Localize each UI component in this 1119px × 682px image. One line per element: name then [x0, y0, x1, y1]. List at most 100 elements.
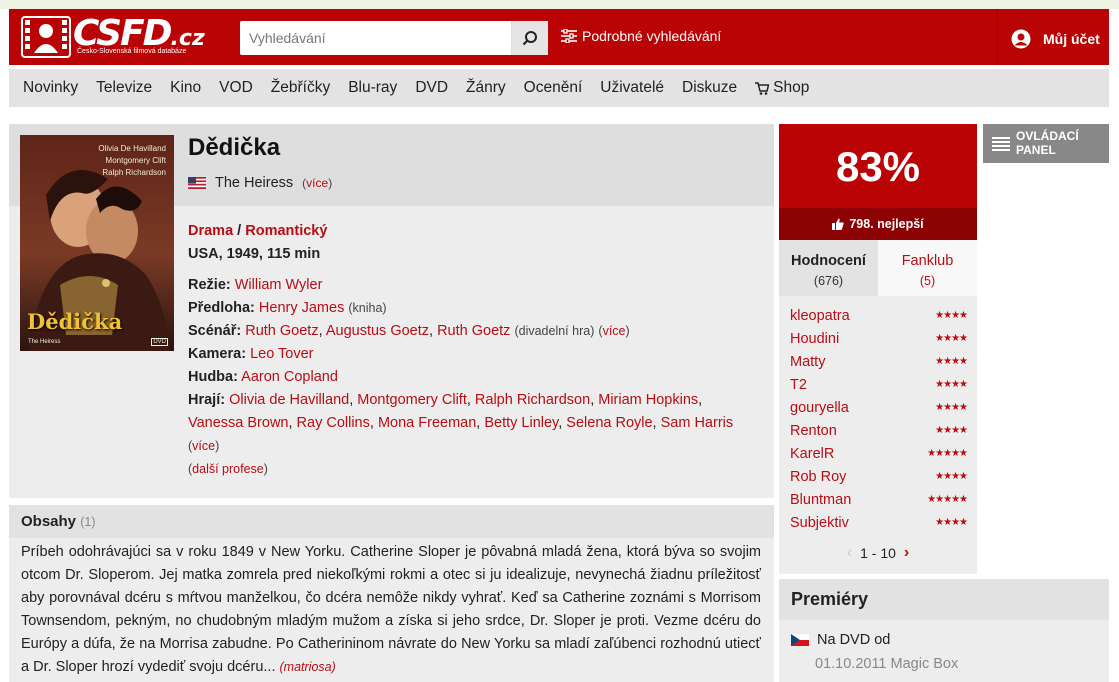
- search-input[interactable]: [240, 21, 511, 55]
- other-professions-link[interactable]: další profese: [192, 462, 264, 476]
- cast-link[interactable]: Betty Linley: [484, 415, 558, 431]
- cast-link[interactable]: Vanessa Brown: [188, 415, 288, 431]
- nav-item-bluray[interactable]: Blu-ray: [348, 79, 397, 97]
- film-poster[interactable]: Olivia De Havilland Montgomery Clift Ral…: [20, 135, 174, 351]
- chevron-right-icon[interactable]: ›: [904, 544, 909, 562]
- ratings-pager: ‹ 1 - 10 ›: [779, 544, 977, 562]
- cast-link[interactable]: Mona Freeman: [378, 415, 476, 431]
- rank-badge[interactable]: 798. nejlepší: [779, 208, 977, 240]
- more-writers-link[interactable]: více: [603, 324, 626, 338]
- user-link[interactable]: Subjektiv: [790, 515, 849, 531]
- nav-item-zanry[interactable]: Žánry: [466, 79, 506, 97]
- premiere-item: Na DVD od: [791, 632, 890, 648]
- rating-row: T2 ★★★★: [790, 373, 968, 396]
- cast-link[interactable]: Selena Royle: [566, 415, 652, 431]
- us-flag-icon: [188, 177, 206, 189]
- cast-link[interactable]: Miriam Hopkins: [598, 392, 698, 408]
- nav-item-novinky[interactable]: Novinky: [23, 79, 78, 97]
- nav-item-vod[interactable]: VOD: [219, 79, 253, 97]
- control-panel-button[interactable]: OVLÁDACÍ PANEL: [983, 124, 1109, 163]
- nav-item-diskuze[interactable]: Diskuze: [682, 79, 737, 97]
- poster-subtitle: The Heiress: [28, 339, 61, 345]
- poster-title: Dědička: [27, 309, 123, 334]
- thumbs-up-icon: [832, 218, 844, 230]
- nav-item-uzivatele[interactable]: Uživatelé: [600, 79, 664, 97]
- camera-link[interactable]: Leo Tover: [250, 346, 313, 362]
- music-link[interactable]: Aaron Copland: [241, 369, 338, 385]
- genre-link-drama[interactable]: Drama: [188, 223, 233, 239]
- user-link[interactable]: Renton: [790, 423, 837, 439]
- screenplay-row: Scénář: Ruth Goetz, Augustus Goetz, Ruth…: [188, 323, 630, 339]
- cast-link[interactable]: Ray Collins: [297, 415, 370, 431]
- user-link[interactable]: KarelR: [790, 446, 834, 462]
- more-titles: (více): [302, 176, 333, 190]
- camera-row: Kamera: Leo Tover: [188, 346, 314, 362]
- search-button[interactable]: [511, 21, 548, 55]
- cast-link[interactable]: Montgomery Clift: [357, 392, 467, 408]
- nav-item-kino[interactable]: Kino: [170, 79, 201, 97]
- user-link[interactable]: T2: [790, 377, 807, 393]
- rating-row: KarelR ★★★★★: [790, 442, 968, 465]
- search-box: [240, 21, 548, 55]
- stars-rating: ★★★★★: [927, 494, 968, 505]
- cast-link[interactable]: Ralph Richardson: [475, 392, 590, 408]
- music-row: Hudba: Aaron Copland: [188, 369, 338, 385]
- user-ratings-list: kleopatra ★★★★ Houdini ★★★★ Matty ★★★★ T2 ★★…: [779, 296, 977, 574]
- account-label: Můj účet: [1043, 31, 1100, 47]
- advanced-search-link[interactable]: Podrobné vyhledávání: [561, 28, 721, 44]
- pager-range: 1 - 10: [860, 545, 896, 561]
- nav-item-dvd[interactable]: DVD: [415, 79, 448, 97]
- plot-author-link[interactable]: (matriosa): [280, 660, 336, 674]
- writer-link[interactable]: Augustus Goetz: [326, 323, 429, 339]
- stars-rating: ★★★★: [935, 379, 968, 390]
- more-titles-link[interactable]: více: [306, 176, 328, 190]
- account-divider: [997, 9, 998, 65]
- rating-row: Bluntman ★★★★★: [790, 488, 968, 511]
- source-link[interactable]: Henry James: [259, 300, 344, 316]
- logo-subtitle: Česko-Slovenská filmová databáze: [77, 48, 187, 55]
- writer-link[interactable]: Ruth Goetz: [245, 323, 318, 339]
- tab-ratings[interactable]: Hodnocení (676): [779, 240, 878, 296]
- account-button[interactable]: Můj účet: [1011, 29, 1100, 49]
- plot-text: Príbeh odohrávajúci sa v roku 1849 v New…: [21, 544, 761, 675]
- sliders-icon: [561, 29, 577, 43]
- stars-rating: ★★★★: [935, 425, 968, 436]
- dvd-logo: DVD: [151, 338, 168, 346]
- nav-item-zebricky[interactable]: Žebříčky: [271, 79, 330, 97]
- director-link[interactable]: William Wyler: [235, 277, 323, 293]
- cast-row: Hrají: Olivia de Havilland, Montgomery C…: [188, 392, 734, 453]
- user-link[interactable]: kleopatra: [790, 308, 850, 324]
- other-professions: (další profese): [188, 462, 268, 476]
- cart-icon: [755, 81, 770, 95]
- cast-link[interactable]: Olivia de Havilland: [229, 392, 349, 408]
- stars-rating: ★★★★: [935, 356, 968, 367]
- rank-label: 798. nejlepší: [849, 217, 924, 231]
- director-row: Režie: William Wyler: [188, 277, 323, 293]
- nav-item-televize[interactable]: Televize: [96, 79, 152, 97]
- user-link[interactable]: Matty: [790, 354, 825, 370]
- more-cast-link[interactable]: více: [192, 439, 215, 453]
- user-link[interactable]: gouryella: [790, 400, 849, 416]
- menu-icon: [992, 137, 1010, 151]
- user-link[interactable]: Bluntman: [790, 492, 851, 508]
- genre-link-romantic[interactable]: Romantický: [245, 223, 327, 239]
- nav-item-oceneni[interactable]: Ocenění: [524, 79, 583, 97]
- nav-item-shop[interactable]: Shop: [755, 79, 827, 97]
- site-logo[interactable]: CSFD.cz Česko-Slovenská filmová databáze: [21, 14, 205, 58]
- rating-row: Renton ★★★★: [790, 419, 968, 442]
- search-icon: [522, 31, 537, 46]
- premiere-label: Na DVD od: [817, 632, 891, 648]
- poster-cast: Olivia De Havilland Montgomery Clift Ral…: [98, 144, 166, 177]
- stars-rating: ★★★★: [935, 310, 968, 321]
- film-title: Dědička: [188, 134, 281, 161]
- user-link[interactable]: Rob Roy: [790, 469, 846, 485]
- advanced-search-label: Podrobné vyhledávání: [582, 28, 722, 44]
- tab-fanclub[interactable]: Fanklub (5): [878, 240, 977, 296]
- writer-link[interactable]: Ruth Goetz: [437, 323, 510, 339]
- source-row: Předloha: Henry James (kniha): [188, 300, 387, 316]
- cast-link[interactable]: Sam Harris: [661, 415, 734, 431]
- stars-rating: ★★★★★: [927, 448, 968, 459]
- user-link[interactable]: Houdini: [790, 331, 839, 347]
- czech-flag-icon: [791, 634, 809, 646]
- rating-percent: 83%: [779, 124, 977, 208]
